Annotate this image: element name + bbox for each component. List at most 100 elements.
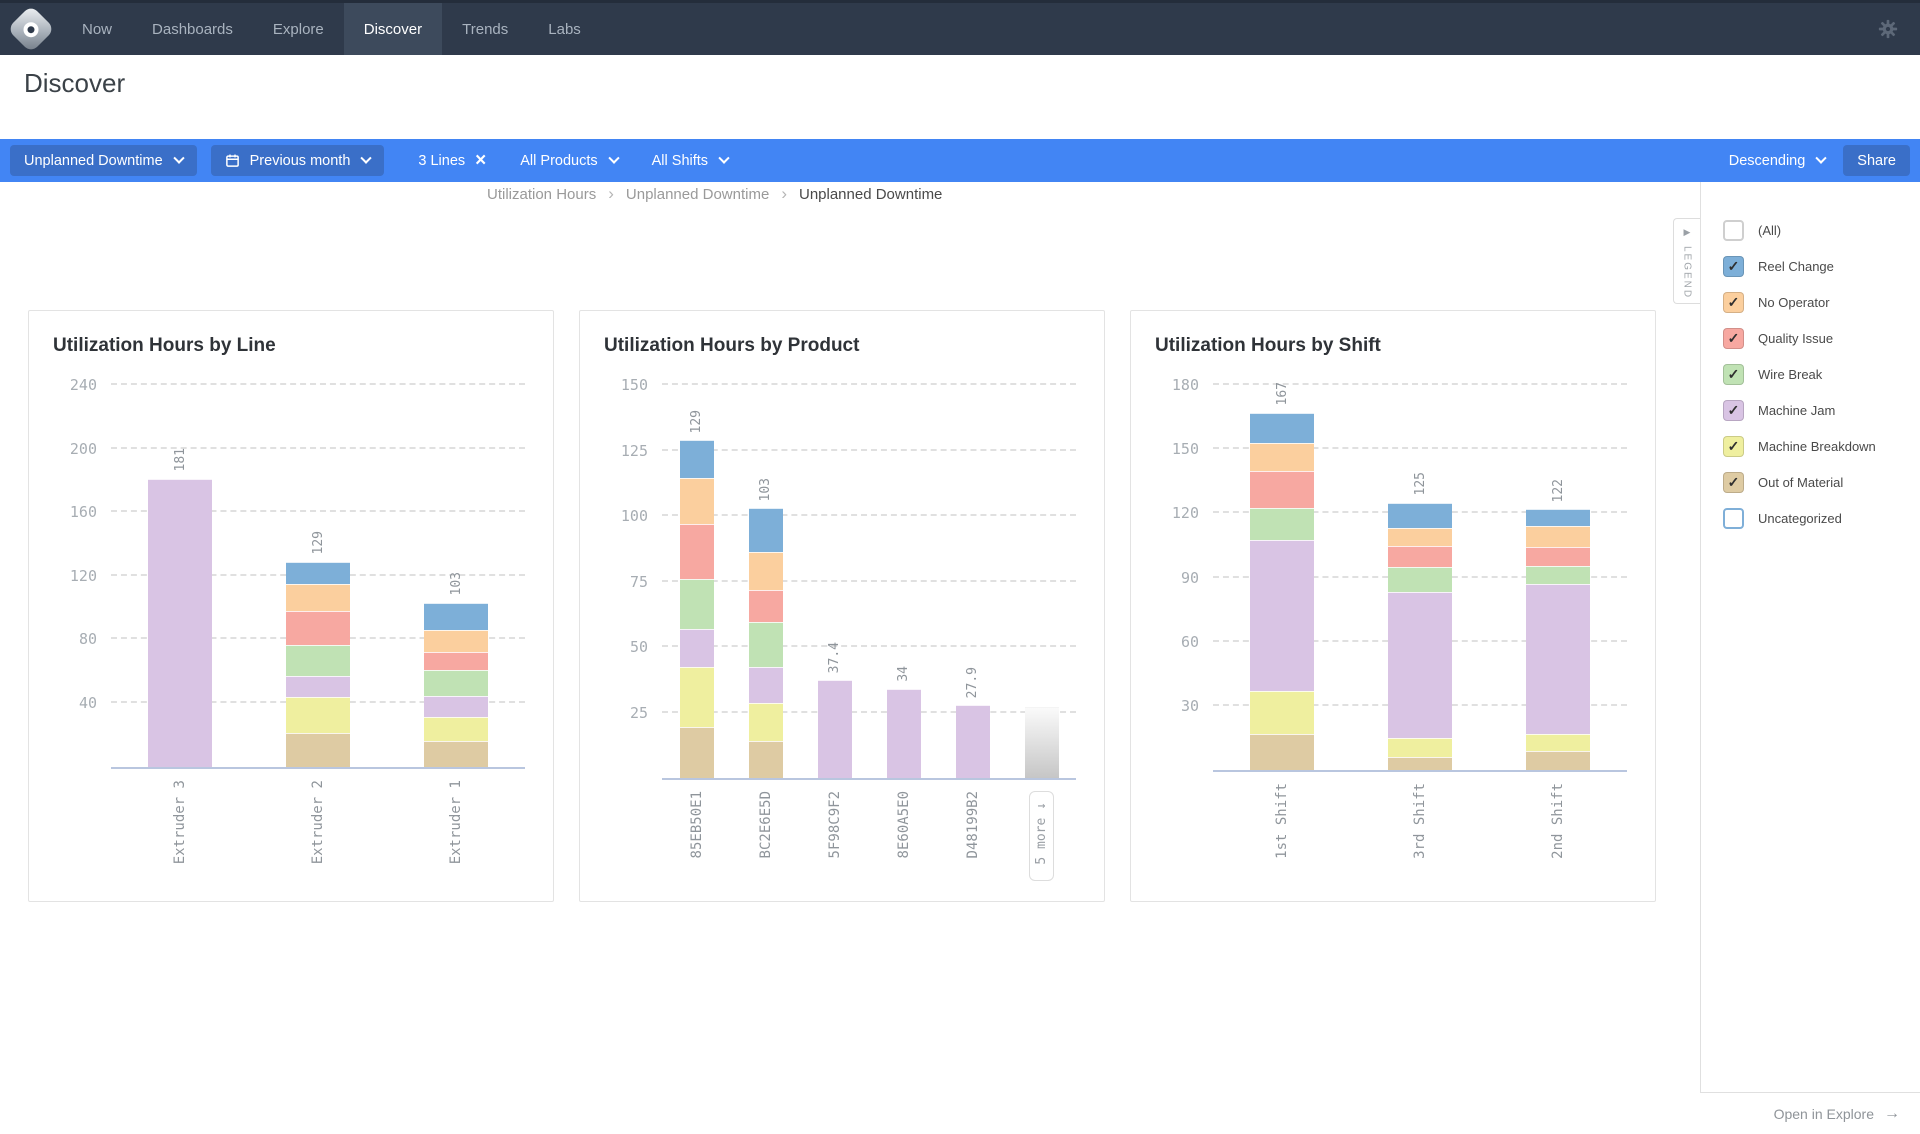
- bar-segment-no-operator[interactable]: [679, 478, 714, 524]
- bar-segment-machine-jam[interactable]: [679, 628, 714, 667]
- bar-segment-out-of-material[interactable]: [1526, 750, 1590, 771]
- legend-checkbox[interactable]: ✓: [1723, 472, 1744, 493]
- show-more-button[interactable]: 5 more ↓: [1029, 791, 1054, 881]
- bar-extruder-3[interactable]: 181 Extruder 3: [148, 448, 212, 864]
- breadcrumb-item[interactable]: Utilization Hours: [487, 186, 596, 203]
- breadcrumb-item[interactable]: Unplanned Downtime: [799, 186, 942, 203]
- app-logo[interactable]: [0, 3, 62, 55]
- bar-segment-reel-change[interactable]: [748, 508, 783, 553]
- share-button[interactable]: Share: [1843, 145, 1910, 176]
- bar-segment-machine-jam[interactable]: [424, 695, 488, 717]
- bar-segment-out-of-material[interactable]: [1250, 733, 1314, 771]
- bar-segment-quality-issue[interactable]: [424, 652, 488, 670]
- legend-item-uncategorized[interactable]: Uncategorized: [1723, 508, 1876, 529]
- bar-segment-machine-jam[interactable]: [286, 676, 350, 697]
- bar-d48199b2[interactable]: 27.9 D48199B2: [955, 667, 990, 858]
- bar-3rd-shift[interactable]: 125 3rd Shift: [1388, 472, 1452, 859]
- bar-segment-machine-breakdown[interactable]: [748, 702, 783, 741]
- bar-segment-machine-jam[interactable]: [1526, 584, 1590, 734]
- bar-85eb50e1[interactable]: 129 85EB50E1: [679, 410, 714, 858]
- bar-segment-out-of-material[interactable]: [748, 740, 783, 778]
- bar-segment-wire-break[interactable]: [424, 669, 488, 696]
- bar-extruder-1[interactable]: 103 Extruder 1: [424, 572, 488, 864]
- bar-segment-out-of-material[interactable]: [424, 741, 488, 767]
- bar-segment-machine-breakdown[interactable]: [679, 666, 714, 727]
- bar-segment-machine-jam[interactable]: [148, 478, 212, 767]
- bar-segment-machine-jam[interactable]: [955, 704, 990, 778]
- open-in-explore-button[interactable]: Open in Explore →: [1700, 1092, 1920, 1134]
- legend-item--all-[interactable]: (All): [1723, 220, 1876, 241]
- bar-segment-machine-breakdown[interactable]: [1250, 691, 1314, 734]
- legend-checkbox[interactable]: [1723, 220, 1744, 241]
- legend-checkbox[interactable]: [1723, 508, 1744, 529]
- close-icon[interactable]: ×: [475, 151, 486, 170]
- bar-segment-wire-break[interactable]: [679, 578, 714, 629]
- bar-segment-wire-break[interactable]: [1388, 566, 1452, 592]
- legend-item-machine-breakdown[interactable]: ✓ Machine Breakdown: [1723, 436, 1876, 457]
- bar-segment-machine-breakdown[interactable]: [1526, 733, 1590, 751]
- legend-checkbox[interactable]: ✓: [1723, 328, 1744, 349]
- bar-segment-no-operator[interactable]: [286, 583, 350, 611]
- legend-item-quality-issue[interactable]: ✓ Quality Issue: [1723, 328, 1876, 349]
- bar-segment-wire-break[interactable]: [748, 622, 783, 667]
- bar-segment-no-operator[interactable]: [1250, 442, 1314, 471]
- bar-5-more[interactable]: 5 more ↓: [1024, 707, 1059, 881]
- sort-dropdown[interactable]: Descending: [1729, 152, 1827, 169]
- legend-item-machine-jam[interactable]: ✓ Machine Jam: [1723, 400, 1876, 421]
- bar-segment-quality-issue[interactable]: [679, 523, 714, 579]
- legend-collapse-tab[interactable]: ▶ LEGEND: [1673, 218, 1700, 304]
- bar-segment-reel-change[interactable]: [424, 602, 488, 630]
- nav-item-trends[interactable]: Trends: [442, 3, 528, 55]
- bar-segment-reel-change[interactable]: [679, 440, 714, 479]
- bar-segment-out-of-material[interactable]: [679, 726, 714, 778]
- breadcrumb-item[interactable]: Unplanned Downtime: [626, 186, 769, 203]
- bar-extruder-2[interactable]: 129 Extruder 2: [286, 531, 350, 864]
- bar-segment-machine-jam[interactable]: [817, 680, 852, 778]
- settings-button[interactable]: [1878, 3, 1920, 55]
- legend-checkbox[interactable]: ✓: [1723, 436, 1744, 457]
- bar-segment-wire-break[interactable]: [286, 645, 350, 676]
- bar-segment-reel-change[interactable]: [286, 561, 350, 584]
- legend-item-wire-break[interactable]: ✓ Wire Break: [1723, 364, 1876, 385]
- bar-segment-no-operator[interactable]: [748, 552, 783, 590]
- bar-segment-reel-change[interactable]: [1250, 412, 1314, 443]
- bar-segment-machine-jam[interactable]: [1388, 591, 1452, 739]
- nav-item-dashboards[interactable]: Dashboards: [132, 3, 253, 55]
- bar-segment-machine-breakdown[interactable]: [1388, 738, 1452, 758]
- bar-2nd-shift[interactable]: 122 2nd Shift: [1526, 479, 1590, 859]
- bar-segment-quality-issue[interactable]: [748, 589, 783, 623]
- bar-5f98c9f2[interactable]: 37.4 5F98C9F2: [817, 642, 852, 858]
- bar-segment-quality-issue[interactable]: [1388, 545, 1452, 567]
- nav-item-discover[interactable]: Discover: [343, 3, 443, 55]
- bar-segment-machine-breakdown[interactable]: [286, 696, 350, 734]
- bar-1st-shift[interactable]: 167 1st Shift: [1250, 382, 1314, 859]
- nav-item-explore[interactable]: Explore: [253, 3, 344, 55]
- bar-segment-quality-issue[interactable]: [286, 610, 350, 645]
- bar-segment-no-operator[interactable]: [1526, 526, 1590, 548]
- bar-segment-reel-change[interactable]: [1388, 502, 1452, 529]
- bar-segment-no-operator[interactable]: [424, 629, 488, 653]
- bar-segment-wire-break[interactable]: [1526, 566, 1590, 585]
- products-filter-dropdown[interactable]: All Products: [520, 152, 620, 169]
- lines-filter[interactable]: 3 Lines ×: [418, 151, 486, 170]
- time-range-dropdown[interactable]: Previous month: [210, 145, 385, 176]
- bar-segment-out-of-material[interactable]: [286, 733, 350, 767]
- bar-segment-quality-issue[interactable]: [1526, 547, 1590, 567]
- shifts-filter-dropdown[interactable]: All Shifts: [652, 152, 730, 169]
- bar-segment-no-operator[interactable]: [1388, 528, 1452, 546]
- bar-8e60a5e0[interactable]: 34 8E60A5E0: [886, 666, 921, 858]
- nav-item-now[interactable]: Now: [62, 3, 132, 55]
- legend-checkbox[interactable]: ✓: [1723, 364, 1744, 385]
- legend-item-reel-change[interactable]: ✓ Reel Change: [1723, 256, 1876, 277]
- bar-segment-out-of-material[interactable]: [1388, 757, 1452, 771]
- measure-filter-dropdown[interactable]: Unplanned Downtime: [10, 145, 197, 176]
- bar-segment-machine-breakdown[interactable]: [424, 716, 488, 742]
- legend-checkbox[interactable]: ✓: [1723, 292, 1744, 313]
- bar-bc2e6e5d[interactable]: 103 BC2E6E5D: [748, 478, 783, 858]
- bar-segment-reel-change[interactable]: [1526, 509, 1590, 527]
- bar-segment-machine-jam[interactable]: [886, 688, 921, 778]
- nav-item-labs[interactable]: Labs: [528, 3, 601, 55]
- legend-checkbox[interactable]: ✓: [1723, 400, 1744, 421]
- bar-segment-wire-break[interactable]: [1250, 508, 1314, 541]
- bar-segment-machine-jam[interactable]: [748, 666, 783, 703]
